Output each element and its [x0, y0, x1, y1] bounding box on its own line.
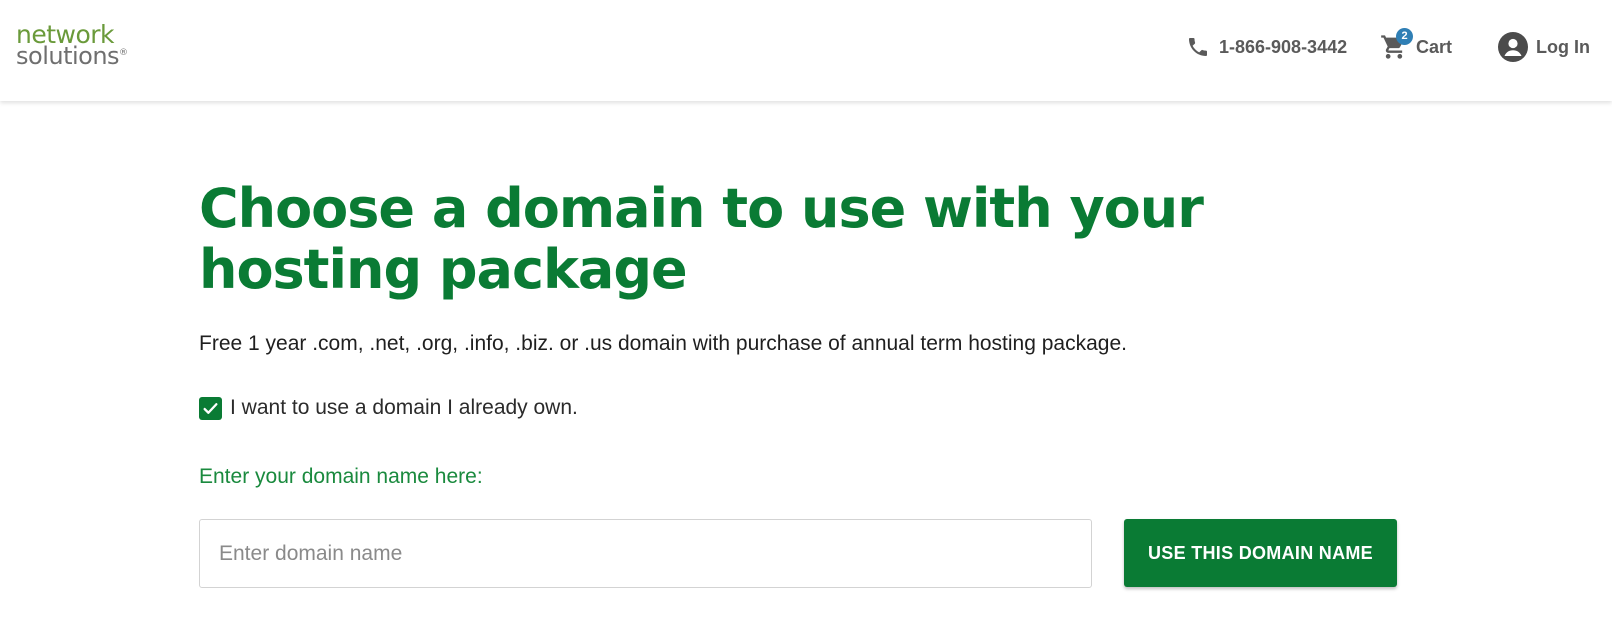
own-domain-checkbox[interactable]	[199, 396, 222, 420]
login-label: Log In	[1536, 36, 1590, 57]
checkmark-icon	[203, 402, 218, 414]
login-link[interactable]: Log In	[1498, 31, 1590, 63]
cart-count-badge: 2	[1396, 28, 1413, 45]
logo-line-solutions-text: solutions	[16, 42, 120, 70]
use-domain-button[interactable]: USE THIS DOMAIN NAME	[1124, 519, 1397, 587]
own-domain-checkbox-row[interactable]: I want to use a domain I already own.	[199, 396, 578, 420]
promo-text: Free 1 year .com, .net, .org, .info, .bi…	[199, 332, 1127, 355]
user-avatar-icon	[1498, 32, 1528, 62]
page-title: Choose a domain to use with your hosting…	[199, 177, 1204, 301]
logo-line-solutions: solutions®	[16, 44, 128, 68]
domain-selection-section: Choose a domain to use with your hosting…	[199, 177, 1399, 588]
domain-field-label: Enter your domain name here:	[199, 465, 483, 488]
site-header: network solutions® 1-866-908-3442 2 Cart…	[0, 0, 1612, 101]
cart-link[interactable]: 2 Cart	[1380, 28, 1453, 63]
phone-number: 1-866-908-3442	[1219, 36, 1348, 57]
phone-link[interactable]: 1-866-908-3442	[1186, 31, 1347, 63]
cart-icon-wrap: 2	[1380, 28, 1413, 61]
cart-label: Cart	[1416, 36, 1453, 57]
domain-name-input[interactable]	[199, 519, 1092, 588]
logo-registered-mark: ®	[119, 48, 128, 58]
own-domain-checkbox-label: I want to use a domain I already own.	[230, 396, 578, 419]
phone-icon	[1189, 38, 1207, 56]
network-solutions-logo[interactable]: network solutions®	[16, 22, 128, 68]
